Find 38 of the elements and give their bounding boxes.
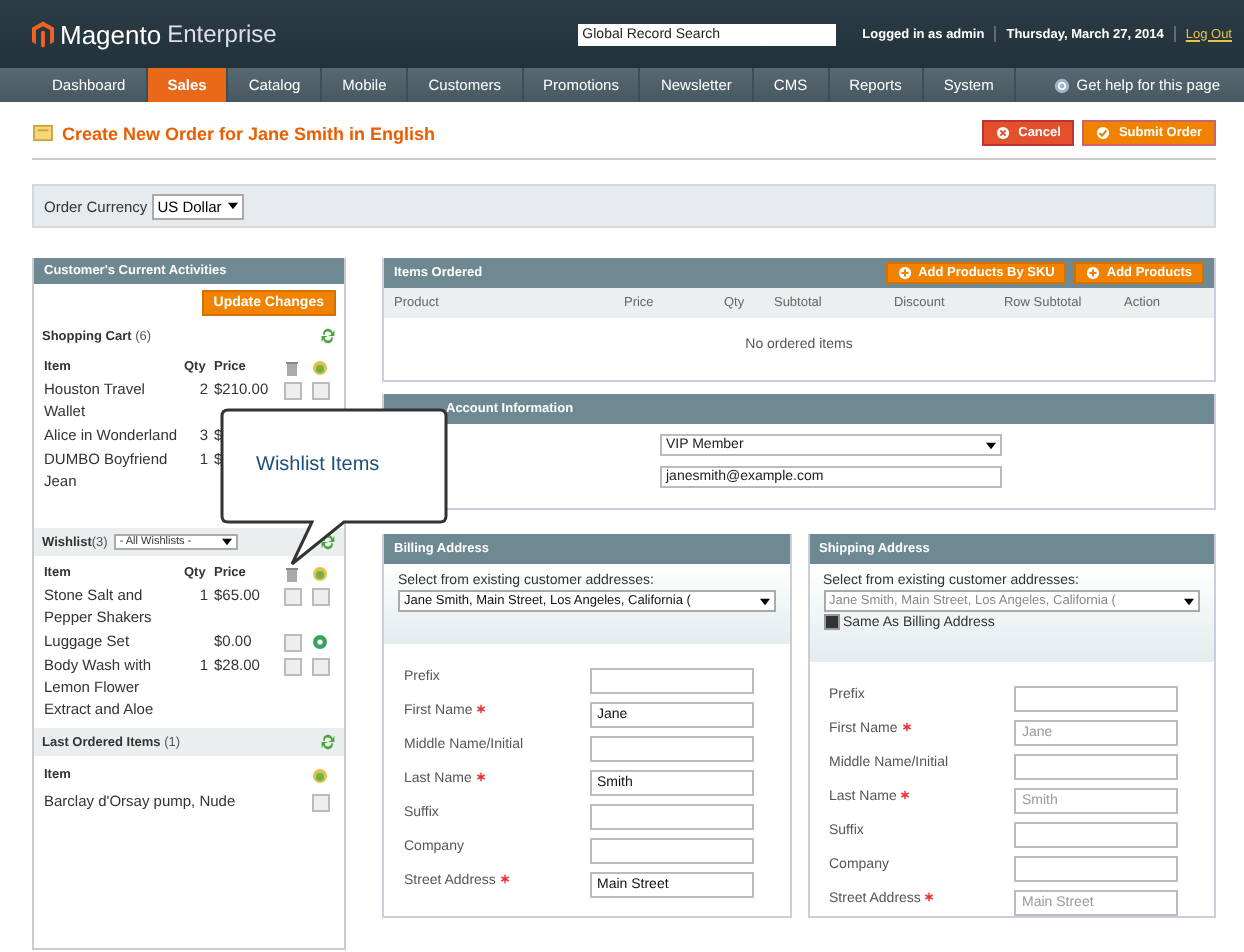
input-field[interactable]	[1014, 754, 1178, 780]
page-icon	[32, 124, 54, 142]
cart-add-icon	[312, 768, 328, 784]
input-field[interactable]	[589, 804, 753, 830]
close-icon	[996, 126, 1011, 140]
input-field[interactable]	[1014, 822, 1178, 848]
checkbox[interactable]	[284, 658, 302, 676]
logo-subtitle: Enterprise	[167, 20, 277, 48]
checkbox[interactable]	[284, 634, 302, 652]
help-icon	[1054, 77, 1071, 93]
caret-icon	[1184, 597, 1194, 605]
checkbox[interactable]	[284, 588, 302, 606]
callout-text: Wishlist Items	[256, 454, 380, 476]
input-field[interactable]	[589, 668, 753, 694]
cart-add-icon	[312, 566, 328, 582]
checkbox[interactable]	[312, 588, 330, 606]
page-title: Create New Order for Jane Smith in English	[62, 123, 436, 143]
checkbox[interactable]	[284, 382, 302, 400]
plus-icon	[898, 266, 913, 280]
added-icon[interactable]	[312, 634, 328, 650]
caret-icon	[227, 202, 238, 210]
check-icon	[1096, 126, 1111, 140]
checkbox[interactable]	[312, 658, 330, 676]
logo-text: Magento	[60, 19, 162, 49]
input-field[interactable]	[589, 838, 753, 864]
trash-icon	[284, 566, 300, 582]
checkbox[interactable]	[312, 382, 330, 400]
input-field[interactable]	[1014, 686, 1178, 712]
logo-icon	[32, 20, 54, 48]
trash-icon	[284, 360, 300, 376]
checkbox[interactable]	[312, 794, 330, 812]
plus-icon	[1086, 266, 1101, 280]
caret-icon	[759, 597, 769, 605]
caret-icon	[221, 538, 232, 546]
input-field[interactable]	[1014, 856, 1178, 882]
cart-add-icon	[312, 360, 328, 376]
caret-icon	[986, 441, 996, 449]
input-field[interactable]	[589, 736, 753, 762]
